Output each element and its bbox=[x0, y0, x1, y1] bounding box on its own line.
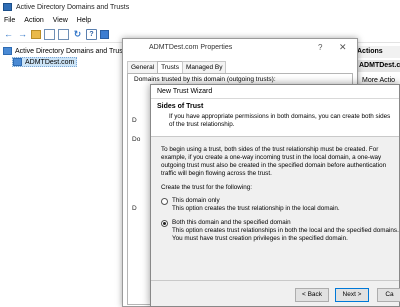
menu-action[interactable]: Action bbox=[24, 17, 43, 24]
tree-item-admtdest[interactable]: ADMTDest.com bbox=[12, 57, 78, 67]
tab-managed-by[interactable]: Managed By bbox=[181, 61, 227, 73]
wizard-header: Sides of Trust If you have appropriate p… bbox=[151, 99, 399, 137]
main-title-bar: Active Directory Domains and Trusts bbox=[0, 0, 400, 14]
properties-tabs: General Trusts Managed By bbox=[127, 61, 227, 74]
tree-item-label: ADMTDest.com bbox=[25, 58, 75, 66]
menu-help[interactable]: Help bbox=[77, 17, 91, 24]
wizard-explanation: To begin using a trust, both sides of th… bbox=[161, 146, 387, 177]
forward-arrow-icon[interactable]: → bbox=[17, 29, 28, 40]
domains-trusts-app-icon bbox=[3, 3, 12, 11]
tab-general[interactable]: General bbox=[127, 61, 159, 73]
new-trust-wizard: New Trust Wizard Sides of Trust If you h… bbox=[150, 84, 400, 307]
folder-up-icon[interactable] bbox=[31, 30, 41, 39]
radio-button-selected[interactable] bbox=[161, 220, 168, 227]
radio-description: This option creates the trust relationsh… bbox=[172, 205, 340, 212]
console-tree: Active Directory Domains and Trusts ADMT… bbox=[0, 44, 128, 307]
label-fragment: Do bbox=[132, 136, 141, 143]
window-title: Active Directory Domains and Trusts bbox=[16, 3, 130, 11]
domain-icon[interactable] bbox=[100, 30, 109, 39]
refresh-icon[interactable]: ↻ bbox=[72, 29, 83, 40]
properties-icon[interactable] bbox=[58, 29, 69, 40]
tree-root[interactable]: Active Directory Domains and Trusts bbox=[3, 47, 128, 55]
wizard-footer: < Back Next > Ca bbox=[151, 280, 400, 307]
label-fragment: D bbox=[132, 117, 137, 124]
menu-file[interactable]: File bbox=[4, 17, 15, 24]
wizard-body: To begin using a trust, both sides of th… bbox=[151, 138, 399, 278]
back-arrow-icon[interactable]: ← bbox=[3, 29, 14, 40]
menu-view[interactable]: View bbox=[53, 17, 68, 24]
wizard-heading: Sides of Trust bbox=[157, 103, 204, 110]
wizard-prompt: Create the trust for the following: bbox=[161, 184, 253, 191]
back-button[interactable]: < Back bbox=[295, 288, 329, 302]
console-tree-icon[interactable] bbox=[44, 29, 55, 40]
help-icon[interactable]: ? bbox=[86, 29, 97, 40]
next-button[interactable]: Next > bbox=[335, 288, 369, 302]
wizard-title-bar: New Trust Wizard bbox=[151, 85, 399, 99]
tree-root-label: Active Directory Domains and Trusts bbox=[15, 47, 129, 55]
outgoing-trusts-label: Domains trusted by this domain (outgoing… bbox=[134, 76, 276, 83]
radio-button[interactable] bbox=[161, 198, 168, 205]
radio-label: Both this domain and the specified domai… bbox=[172, 219, 291, 226]
actions-selected-item[interactable]: ADMTDest.com bbox=[354, 60, 400, 72]
radio-both-domains[interactable]: Both this domain and the specified domai… bbox=[161, 219, 399, 243]
actions-header: Actions bbox=[354, 46, 400, 58]
wizard-title: New Trust Wizard bbox=[157, 88, 213, 95]
label-fragment: D bbox=[132, 205, 137, 212]
help-question-icon[interactable]: ? bbox=[318, 43, 322, 52]
domains-trusts-icon bbox=[3, 47, 12, 55]
close-icon[interactable]: ✕ bbox=[339, 42, 347, 53]
radio-this-domain-only[interactable]: This domain only This option creates the… bbox=[161, 197, 340, 213]
menu-bar: File Action View Help bbox=[0, 14, 400, 27]
wizard-intro: If you have appropriate permissions in b… bbox=[169, 113, 391, 128]
domain-tree-icon bbox=[13, 58, 22, 66]
properties-title-bar: ADMTDest.com Properties ? ✕ bbox=[123, 39, 357, 57]
radio-description: This option creates trust relationships … bbox=[172, 227, 399, 242]
cancel-button[interactable]: Ca bbox=[377, 288, 400, 302]
properties-title: ADMTDest.com Properties bbox=[149, 44, 233, 51]
radio-label: This domain only bbox=[172, 197, 220, 204]
